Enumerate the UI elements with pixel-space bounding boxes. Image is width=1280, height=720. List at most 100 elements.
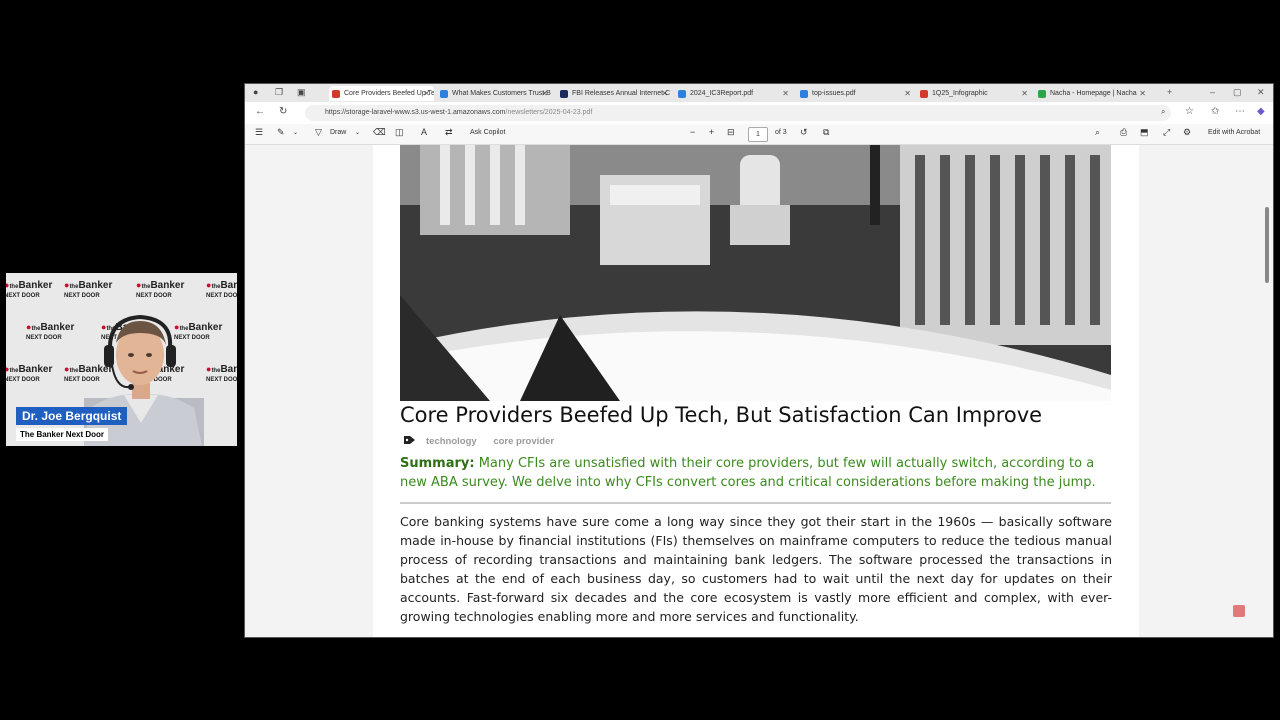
tab[interactable]: What Makes Customers Trust B ✕	[437, 86, 552, 101]
highlight-icon[interactable]: ✎	[277, 127, 285, 138]
fit-page-icon[interactable]: ⊟	[727, 127, 735, 138]
zoom-out-button[interactable]: −	[690, 127, 695, 137]
favorite-star-icon[interactable]: ☆	[1185, 106, 1194, 117]
tab-close-icon[interactable]: ✕	[1139, 89, 1146, 98]
print-icon[interactable]: ⎙	[1120, 127, 1127, 138]
tab-label: Core Providers Beefed Up Tech	[344, 90, 434, 97]
tab-actions-icon[interactable]: ▣	[297, 87, 306, 98]
scrollbar[interactable]	[1262, 145, 1273, 637]
tab[interactable]: top-issues.pdf ✕	[797, 86, 915, 101]
page-view-icon[interactable]: ⧉	[823, 127, 829, 138]
minimize-button[interactable]: –	[1210, 87, 1215, 97]
tab-favicon-icon	[560, 89, 568, 98]
show-logo-tile: ●theBankerNEXT DOOR	[6, 281, 52, 300]
logo-line2: NEXT DOOR	[136, 293, 172, 299]
summary-text: Many CFIs are unsatisfied with their cor…	[400, 456, 1096, 490]
zoom-in-button[interactable]: +	[709, 127, 714, 137]
draw-icon[interactable]: ▽	[315, 127, 322, 138]
show-logo-tile: ●theBankerNEXT DOOR	[6, 365, 52, 384]
tab[interactable]: Nacha - Homepage | Nacha ✕	[1035, 86, 1150, 101]
tab-label: 1Q25_Infographic	[932, 90, 988, 97]
tab-label: Nacha - Homepage | Nacha	[1050, 90, 1137, 97]
workspaces-icon[interactable]: ❐	[275, 87, 283, 98]
tab-close-icon[interactable]: ✕	[782, 89, 789, 98]
browser-window: ● ❐ ▣ Core Providers Beefed Up Tech ✕ What…	[244, 83, 1274, 638]
close-window-button[interactable]: ✕	[1257, 87, 1265, 98]
tab[interactable]: 1Q25_Infographic ✕	[917, 86, 1032, 101]
logo-line1: Banker	[150, 280, 185, 291]
tab[interactable]: Core Providers Beefed Up Tech ✕	[329, 86, 434, 101]
maximize-button[interactable]: ▢	[1233, 87, 1242, 98]
tag-core-provider[interactable]: core provider	[493, 436, 554, 447]
divider	[400, 502, 1111, 504]
logo-line1: Banker	[220, 364, 237, 375]
tab-label: 2024_IC3Report.pdf	[690, 90, 754, 97]
draw-button[interactable]: Draw	[330, 129, 346, 136]
fullscreen-icon[interactable]: ⤢	[1163, 127, 1170, 138]
logo-line1: Banker	[78, 280, 113, 291]
tab-label: FBI Releases Annual Internet C	[572, 90, 671, 97]
logo-line2: NEXT DOOR	[64, 293, 100, 299]
tag-technology[interactable]: technology	[426, 436, 477, 447]
tab-favicon-icon	[800, 89, 808, 98]
tab-close-icon[interactable]: ✕	[1021, 89, 1028, 98]
logo-line1: Banker	[220, 280, 237, 291]
tab-label: What Makes Customers Trust B	[452, 90, 551, 97]
show-logo-tile: ●theBankerNEXT DOOR	[26, 323, 74, 342]
profile-icon[interactable]: ●	[253, 87, 258, 97]
read-aloud-icon[interactable]: A	[421, 127, 427, 137]
logo-line1: Banker	[18, 364, 53, 375]
address-bar-row: ← ↻ https://storage-laravel-www.s3.us-we…	[245, 102, 1273, 125]
logo-line2: NEXT DOOR	[206, 293, 237, 299]
article-summary: Summary: Many CFIs are unsatisfied with …	[400, 454, 1112, 492]
search-icon[interactable]: ⌕	[1095, 127, 1100, 138]
edit-with-acrobat-button[interactable]: Edit with Acrobat	[1208, 129, 1260, 136]
logo-line2: NEXT DOOR	[6, 293, 40, 299]
tab-favicon-icon	[1038, 89, 1046, 98]
copilot-icon[interactable]: ◆	[1257, 106, 1265, 117]
tab-bar: ● ❐ ▣ Core Providers Beefed Up Tech ✕ What…	[245, 84, 1273, 102]
address-input[interactable]: https://storage-laravel-www.s3.us-west-1…	[305, 105, 1171, 121]
article-photo	[400, 145, 1111, 401]
acrobat-icon[interactable]	[1233, 605, 1245, 617]
rotate-icon[interactable]: ↺	[800, 127, 808, 138]
tab-favicon-icon	[332, 89, 340, 98]
chevron-down-icon[interactable]: ⌄	[355, 129, 360, 136]
pdf-viewer[interactable]: Core Providers Beefed Up Tech, But Satis…	[245, 145, 1263, 637]
favorites-icon[interactable]: ✩	[1211, 106, 1219, 117]
scrollbar-thumb[interactable]	[1265, 207, 1269, 283]
ask-copilot-button[interactable]: Ask Copilot	[470, 129, 505, 136]
translate-icon[interactable]: ⇄	[445, 127, 453, 138]
page-number-input[interactable]: 1	[748, 127, 768, 142]
tab-close-icon[interactable]: ✕	[423, 89, 430, 98]
back-icon[interactable]: ←	[255, 106, 265, 117]
url-host: https://storage-laravel-www.s3.us-west-1…	[325, 109, 506, 116]
erase-icon[interactable]: ⌫	[373, 127, 386, 138]
save-icon[interactable]: ⬒	[1140, 127, 1149, 138]
tab-close-icon[interactable]: ✕	[661, 89, 668, 98]
summary-label: Summary:	[400, 456, 475, 471]
tab-favicon-icon	[920, 89, 928, 98]
tab-close-icon[interactable]: ✕	[541, 89, 548, 98]
view-icon[interactable]: ◫	[395, 127, 404, 138]
refresh-icon[interactable]: ↻	[279, 106, 287, 117]
show-logo-tile: ●theBankerNEXT DOOR	[206, 281, 237, 300]
tab[interactable]: 2024_IC3Report.pdf ✕	[675, 86, 793, 101]
more-menu-icon[interactable]: ⋯	[1235, 106, 1245, 117]
tab-label: top-issues.pdf	[812, 90, 856, 97]
url-path: /newsletters/2025-04-23.pdf	[505, 109, 593, 116]
tab-close-icon[interactable]: ✕	[904, 89, 911, 98]
tab[interactable]: FBI Releases Annual Internet C ✕	[557, 86, 672, 101]
chevron-down-icon[interactable]: ⌄	[293, 129, 298, 136]
pdf-page: Core Providers Beefed Up Tech, But Satis…	[373, 145, 1139, 637]
show-name-plate: The Banker Next Door	[16, 428, 109, 441]
show-logo-tile: ●theBankerNEXT DOOR	[206, 365, 237, 384]
zoom-icon[interactable]: ⌕	[1161, 107, 1165, 117]
article-title: Core Providers Beefed Up Tech, But Satis…	[400, 403, 1043, 427]
logo-line2: NEXT DOOR	[6, 377, 40, 383]
contents-icon[interactable]: ☰	[255, 127, 263, 138]
logo-line2: NEXT DOOR	[26, 335, 62, 341]
settings-gear-icon[interactable]: ⚙	[1183, 127, 1191, 138]
new-tab-button[interactable]: +	[1167, 87, 1172, 97]
logo-line1: Banker	[40, 322, 75, 333]
